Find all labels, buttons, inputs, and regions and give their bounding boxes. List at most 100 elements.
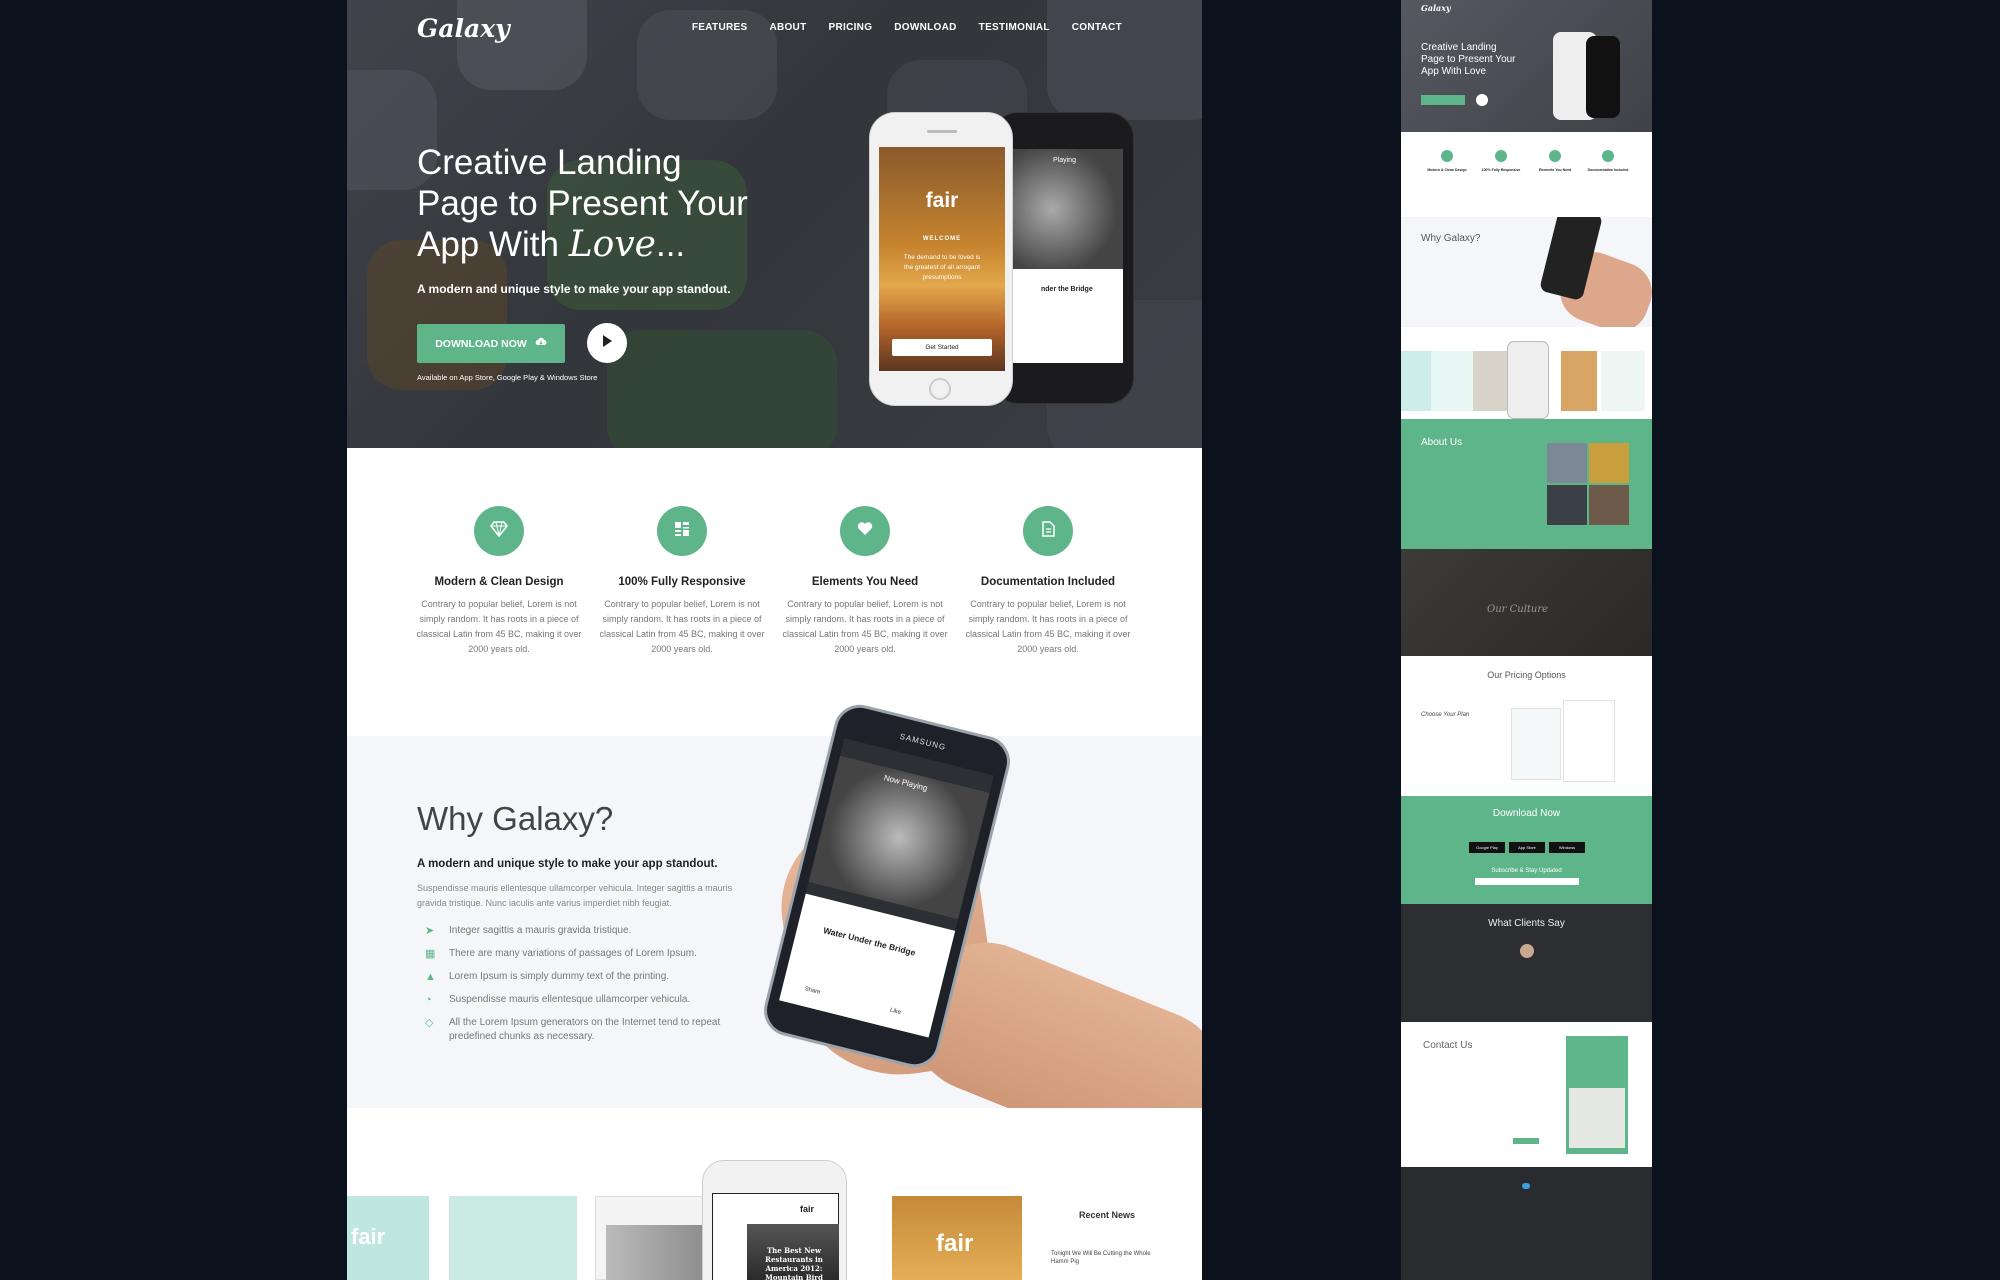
white-phone-screen: fair WELCOME The demand to be loved is t…	[879, 147, 1005, 371]
document-icon	[1041, 520, 1055, 542]
thumb-hero-title: App With Love	[1421, 66, 1487, 77]
thumb-screen	[1601, 351, 1645, 411]
list-item-text: There are many variations of passages of…	[449, 948, 697, 959]
list-item: ◔ Suspendisse mauris ellentesque ullamcor…	[425, 993, 755, 1007]
thumb-clients-title: What Clients Say	[1488, 918, 1565, 929]
phone-speaker	[927, 130, 957, 133]
thumb-subscribe-input[interactable]	[1475, 878, 1579, 885]
thumb-culture-title: Our Culture	[1487, 604, 1549, 615]
nav-item-contact[interactable]: CONTACT	[1072, 22, 1122, 33]
list-item-text: All the Lorem Ipsum generators on the In…	[449, 1017, 721, 1042]
list-item-text: Integer sagittis a mauris gravida tristi…	[449, 925, 632, 936]
landing-page-preview[interactable]: Galaxy FEATURES ABOUT PRICING DOWNLOAD T…	[347, 0, 1202, 1280]
rss-icon: ◔	[425, 994, 432, 1006]
viewer-stage: Galaxy FEATURES ABOUT PRICING DOWNLOAD T…	[0, 0, 2000, 1280]
feature-title: Elements You Need	[811, 576, 919, 588]
thumb-pricing-plan: Choose Your Plan	[1421, 712, 1470, 718]
screenshot-card: fair	[347, 1196, 429, 1280]
feature-icon-circle	[474, 506, 524, 556]
main-nav: FEATURES ABOUT PRICING DOWNLOAD TESTIMON…	[692, 22, 1122, 33]
hero-subtitle: A modern and unique style to make your a…	[417, 282, 731, 296]
hero-title-line: App With	[417, 225, 569, 264]
thumb-contact-map	[1569, 1088, 1625, 1148]
thumb-price-card	[1563, 700, 1615, 782]
full-page-thumbnail[interactable]: Galaxy Creative Landing Page to Present …	[1401, 0, 1652, 1280]
black-phone-screen: Playing nder the Bridge	[1005, 149, 1123, 363]
hero-title-line: Creative Landing	[417, 143, 682, 182]
thumb-feature-title: Modern & Clean Design	[1427, 168, 1467, 172]
feature-icon-circle	[840, 506, 890, 556]
heart-icon	[857, 521, 873, 541]
list-item-text: Lorem Ipsum is simply dummy text of the …	[449, 971, 670, 982]
thumb-play-button	[1476, 94, 1488, 106]
thumb-about: About Us	[1401, 419, 1652, 549]
thumb-send-button[interactable]	[1513, 1138, 1539, 1144]
thumb-screen	[1561, 351, 1597, 411]
list-item: ▲ Lorem Ipsum is simply dummy text of the…	[425, 970, 755, 984]
feature-text: Contrary to popular belief, Lorem is not…	[416, 599, 582, 654]
thumb-hero-title: Creative Landing	[1421, 42, 1497, 53]
feature-title: 100% Fully Responsive	[618, 576, 746, 588]
thumb-store-badge[interactable]: App Store	[1509, 842, 1545, 853]
thumb-contact: Contact Us	[1401, 1022, 1652, 1167]
thumb-feature-title: 100% Fully Responsive	[1481, 168, 1521, 172]
feature-icon-circle	[657, 506, 707, 556]
hero-title-line: Page to Present Your	[417, 184, 748, 223]
thumb-download-title: Download Now	[1492, 808, 1561, 819]
thumb-why-title: Why Galaxy?	[1421, 233, 1481, 244]
twitter-icon	[1522, 1183, 1530, 1189]
showcase-phone: fair The Best New Restaurants in America…	[702, 1160, 847, 1280]
thumb-price-card	[1511, 708, 1561, 780]
hero-title: Creative Landing Page to Present Your Ap…	[417, 142, 777, 265]
thumb-download: Download Now Google Play App Store Windo…	[1401, 796, 1652, 904]
thumb-feature-title: Elements You Need	[1538, 168, 1572, 172]
hero-title-love: Love	[568, 224, 656, 265]
diamond-icon: ◇	[425, 1017, 434, 1029]
screenshot-card: fair	[892, 1196, 1022, 1280]
thumb-hero-title: Page to Present Your	[1421, 54, 1516, 65]
screenshots-section: fair fair The Best New Restaurants in Am…	[347, 1108, 1202, 1280]
hero-title-dots: ...	[655, 225, 686, 264]
feature-text: Contrary to popular belief, Lorem is not…	[782, 599, 948, 654]
brand-logo[interactable]: Galaxy	[417, 14, 510, 43]
diamond-icon	[489, 520, 509, 542]
thumb-why: Why Galaxy?	[1401, 217, 1652, 327]
showcase-phone-screen: fair The Best New Restaurants in America…	[712, 1193, 839, 1280]
why-list: ➤ Integer sagittis a mauris gravida trist…	[425, 924, 755, 1053]
feature-text: Contrary to popular belief, Lorem is not…	[599, 599, 765, 654]
showcase-headline: The Best New Restaurants in America 2012…	[765, 1246, 823, 1280]
thumb-store-badge[interactable]: Windows	[1549, 842, 1585, 853]
feature-card: Modern & Clean Design Contrary to popula…	[414, 506, 584, 657]
thumb-contact-title: Contact Us	[1423, 1040, 1473, 1051]
thumb-client-avatar	[1520, 944, 1534, 958]
thumb-team-photo	[1589, 443, 1629, 483]
list-item: ▦ There are many variations of passages o…	[425, 947, 755, 961]
screenshot-image	[606, 1225, 716, 1280]
play-video-button[interactable]	[587, 323, 627, 363]
cloud-download-icon	[535, 337, 547, 350]
nav-item-testimonial[interactable]: TESTIMONIAL	[979, 22, 1050, 33]
phone-get-started-button[interactable]: Get Started	[892, 339, 992, 356]
nav-item-download[interactable]: DOWNLOAD	[894, 22, 956, 33]
hero-phone-white: fair WELCOME The demand to be loved is t…	[869, 112, 1013, 406]
download-now-button[interactable]: DOWNLOAD NOW	[417, 324, 565, 363]
screenshot-card: Recent News Tonight We Will Be Cutting t…	[1039, 1196, 1184, 1280]
black-phone-photo	[1005, 149, 1123, 269]
thumb-logo: Galaxy	[1421, 3, 1451, 13]
thumb-store-badge[interactable]: Google Play	[1469, 842, 1505, 853]
nav-item-pricing[interactable]: PRICING	[829, 22, 873, 33]
thumb-team-photo	[1547, 485, 1587, 525]
thumb-culture: Our Culture	[1401, 549, 1652, 656]
phone-quote: The demand to be loved is the greatest o…	[903, 254, 981, 281]
nav-item-features[interactable]: FEATURES	[692, 22, 748, 33]
thumb-feature-dot	[1441, 150, 1453, 162]
screenshot-app-logo: fair	[936, 1230, 974, 1257]
thumb-screen	[1431, 351, 1473, 411]
features-section: Modern & Clean Design Contrary to popula…	[347, 448, 1202, 736]
nav-item-about[interactable]: ABOUT	[769, 22, 806, 33]
thumb-team-photo	[1547, 443, 1587, 483]
recent-news-item: Tonight We Will Be Cutting the Whole Ham…	[1051, 1251, 1151, 1265]
showcase-app-logo: fair	[800, 1204, 815, 1214]
black-phone-playing: Playing	[1053, 157, 1076, 164]
thumb-feature-dot	[1602, 150, 1614, 162]
